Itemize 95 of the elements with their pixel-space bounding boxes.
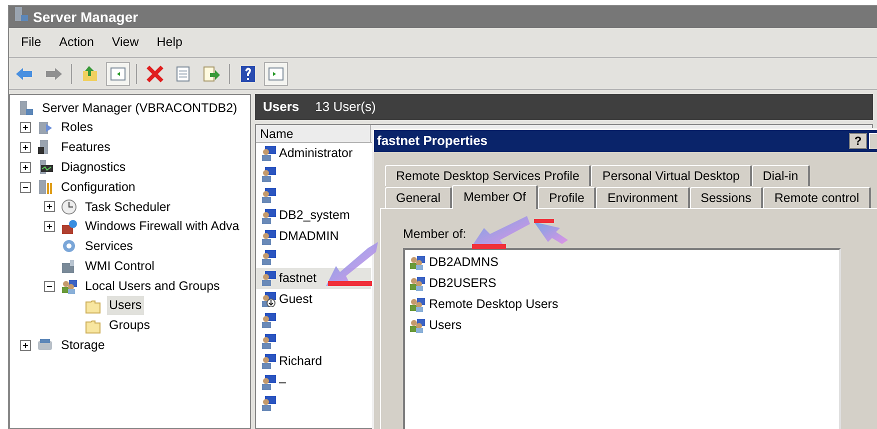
expand-icon[interactable] xyxy=(44,221,55,232)
user-icon xyxy=(260,249,276,266)
annotation-arrow xyxy=(534,219,568,244)
user-name: DMADMIN xyxy=(279,228,339,246)
delete-icon xyxy=(145,64,165,84)
users-icon xyxy=(409,275,425,292)
tab[interactable]: Environment xyxy=(596,187,690,208)
tab[interactable]: Personal Virtual Desktop xyxy=(591,165,752,186)
menu-item[interactable]: View xyxy=(104,31,147,54)
server-icon xyxy=(18,100,34,116)
window-title: Server Manager xyxy=(33,8,138,27)
tab[interactable]: Remote Desktop Services Profile xyxy=(385,165,592,186)
users-icon xyxy=(409,254,425,270)
disabled-user-icon xyxy=(260,290,276,307)
user-name: Richard xyxy=(279,352,322,370)
expand-icon[interactable] xyxy=(20,122,31,134)
monitor-icon xyxy=(37,159,53,176)
tree-item[interactable]: Local Users and Groups xyxy=(83,276,222,296)
help-icon xyxy=(238,64,258,84)
wmi-icon xyxy=(61,258,77,274)
user-name: Administrator xyxy=(279,145,353,162)
user-row[interactable]: DMADMIN xyxy=(256,226,371,247)
expand-icon[interactable] xyxy=(20,340,31,351)
tree-item[interactable]: Storage xyxy=(59,336,107,355)
tab[interactable]: Dial-in xyxy=(752,165,810,186)
help-button[interactable]: ? xyxy=(849,133,867,149)
pane-title: Users xyxy=(263,98,300,116)
user-icon xyxy=(260,394,276,411)
user-name: Guest xyxy=(279,290,312,308)
tree-item[interactable]: Users xyxy=(107,296,144,316)
member-of-label: Member of: xyxy=(403,226,466,243)
users-icon xyxy=(61,278,77,294)
user-row[interactable]: DB2_system xyxy=(256,205,371,226)
tab[interactable]: Remote control xyxy=(763,187,872,208)
user-icon xyxy=(260,353,276,370)
tab[interactable]: Sessions xyxy=(690,187,764,208)
tree-item[interactable]: Features xyxy=(59,138,112,157)
tree-item[interactable]: Server Manager (VBRACONTDB2) xyxy=(40,98,240,118)
column-header[interactable]: Name xyxy=(256,125,371,142)
user-icon xyxy=(260,208,276,224)
tree-item[interactable]: Windows Firewall with Adva xyxy=(83,217,242,236)
wall-icon xyxy=(61,218,77,235)
gear-icon xyxy=(61,238,77,254)
tree-item[interactable]: Roles xyxy=(59,118,95,138)
user-row[interactable]: Administrator xyxy=(256,143,371,164)
menu-item[interactable]: File xyxy=(13,31,50,54)
folder-icon xyxy=(85,318,101,334)
user-icon xyxy=(260,228,276,245)
group-item[interactable]: Users xyxy=(429,316,462,335)
user-icon xyxy=(260,186,276,203)
toolbar-button[interactable] xyxy=(106,62,130,86)
group-item[interactable]: Remote Desktop Users xyxy=(429,294,558,314)
tab[interactable]: Member Of xyxy=(452,185,538,209)
collapse-icon[interactable] xyxy=(20,182,31,193)
tree-item[interactable]: Task Scheduler xyxy=(83,198,172,216)
stack-icon xyxy=(37,120,53,136)
tree-item[interactable]: Services xyxy=(83,237,135,256)
server-icon xyxy=(13,6,29,22)
expand-icon[interactable] xyxy=(44,201,55,212)
user-icon xyxy=(260,332,276,349)
user-icon xyxy=(260,270,276,286)
menu-item[interactable]: Action xyxy=(51,31,102,54)
user-count: 13 User(s) xyxy=(315,98,376,116)
user-icon xyxy=(260,145,276,162)
expand-icon[interactable] xyxy=(20,142,31,153)
user-name: – xyxy=(279,374,286,391)
tree-item[interactable]: Configuration xyxy=(59,178,138,196)
tools-icon xyxy=(37,179,53,196)
toolbar-button[interactable] xyxy=(264,62,288,86)
expand-icon[interactable] xyxy=(20,162,31,173)
tab[interactable]: Profile xyxy=(538,187,596,208)
tree-item[interactable]: Groups xyxy=(107,316,152,336)
user-name: DB2_system xyxy=(279,207,350,224)
users-icon xyxy=(409,296,425,312)
tab[interactable]: General xyxy=(385,187,452,208)
user-row[interactable]: Richard xyxy=(256,350,371,372)
tree-item[interactable]: WMI Control xyxy=(83,256,156,276)
users-icon xyxy=(409,317,425,334)
user-icon xyxy=(260,166,276,182)
tree-item[interactable]: Diagnostics xyxy=(59,158,128,177)
collapse-icon[interactable] xyxy=(44,280,55,292)
group-item[interactable]: DB2ADMNS xyxy=(429,252,498,272)
user-name: fastnet xyxy=(279,270,317,287)
folder-icon xyxy=(85,298,101,314)
annotation-arrow xyxy=(326,242,378,286)
dialog-title: fastnet Properties xyxy=(377,132,488,150)
menu-item[interactable]: Help xyxy=(148,31,190,54)
clock-icon xyxy=(61,198,77,215)
group-item[interactable]: DB2USERS xyxy=(429,274,496,293)
user-icon xyxy=(260,312,276,328)
export-icon xyxy=(201,64,221,84)
annotation-arrow xyxy=(472,216,530,249)
up-folder-icon xyxy=(80,64,100,84)
user-row[interactable]: – xyxy=(256,372,371,393)
user-icon xyxy=(260,374,276,390)
